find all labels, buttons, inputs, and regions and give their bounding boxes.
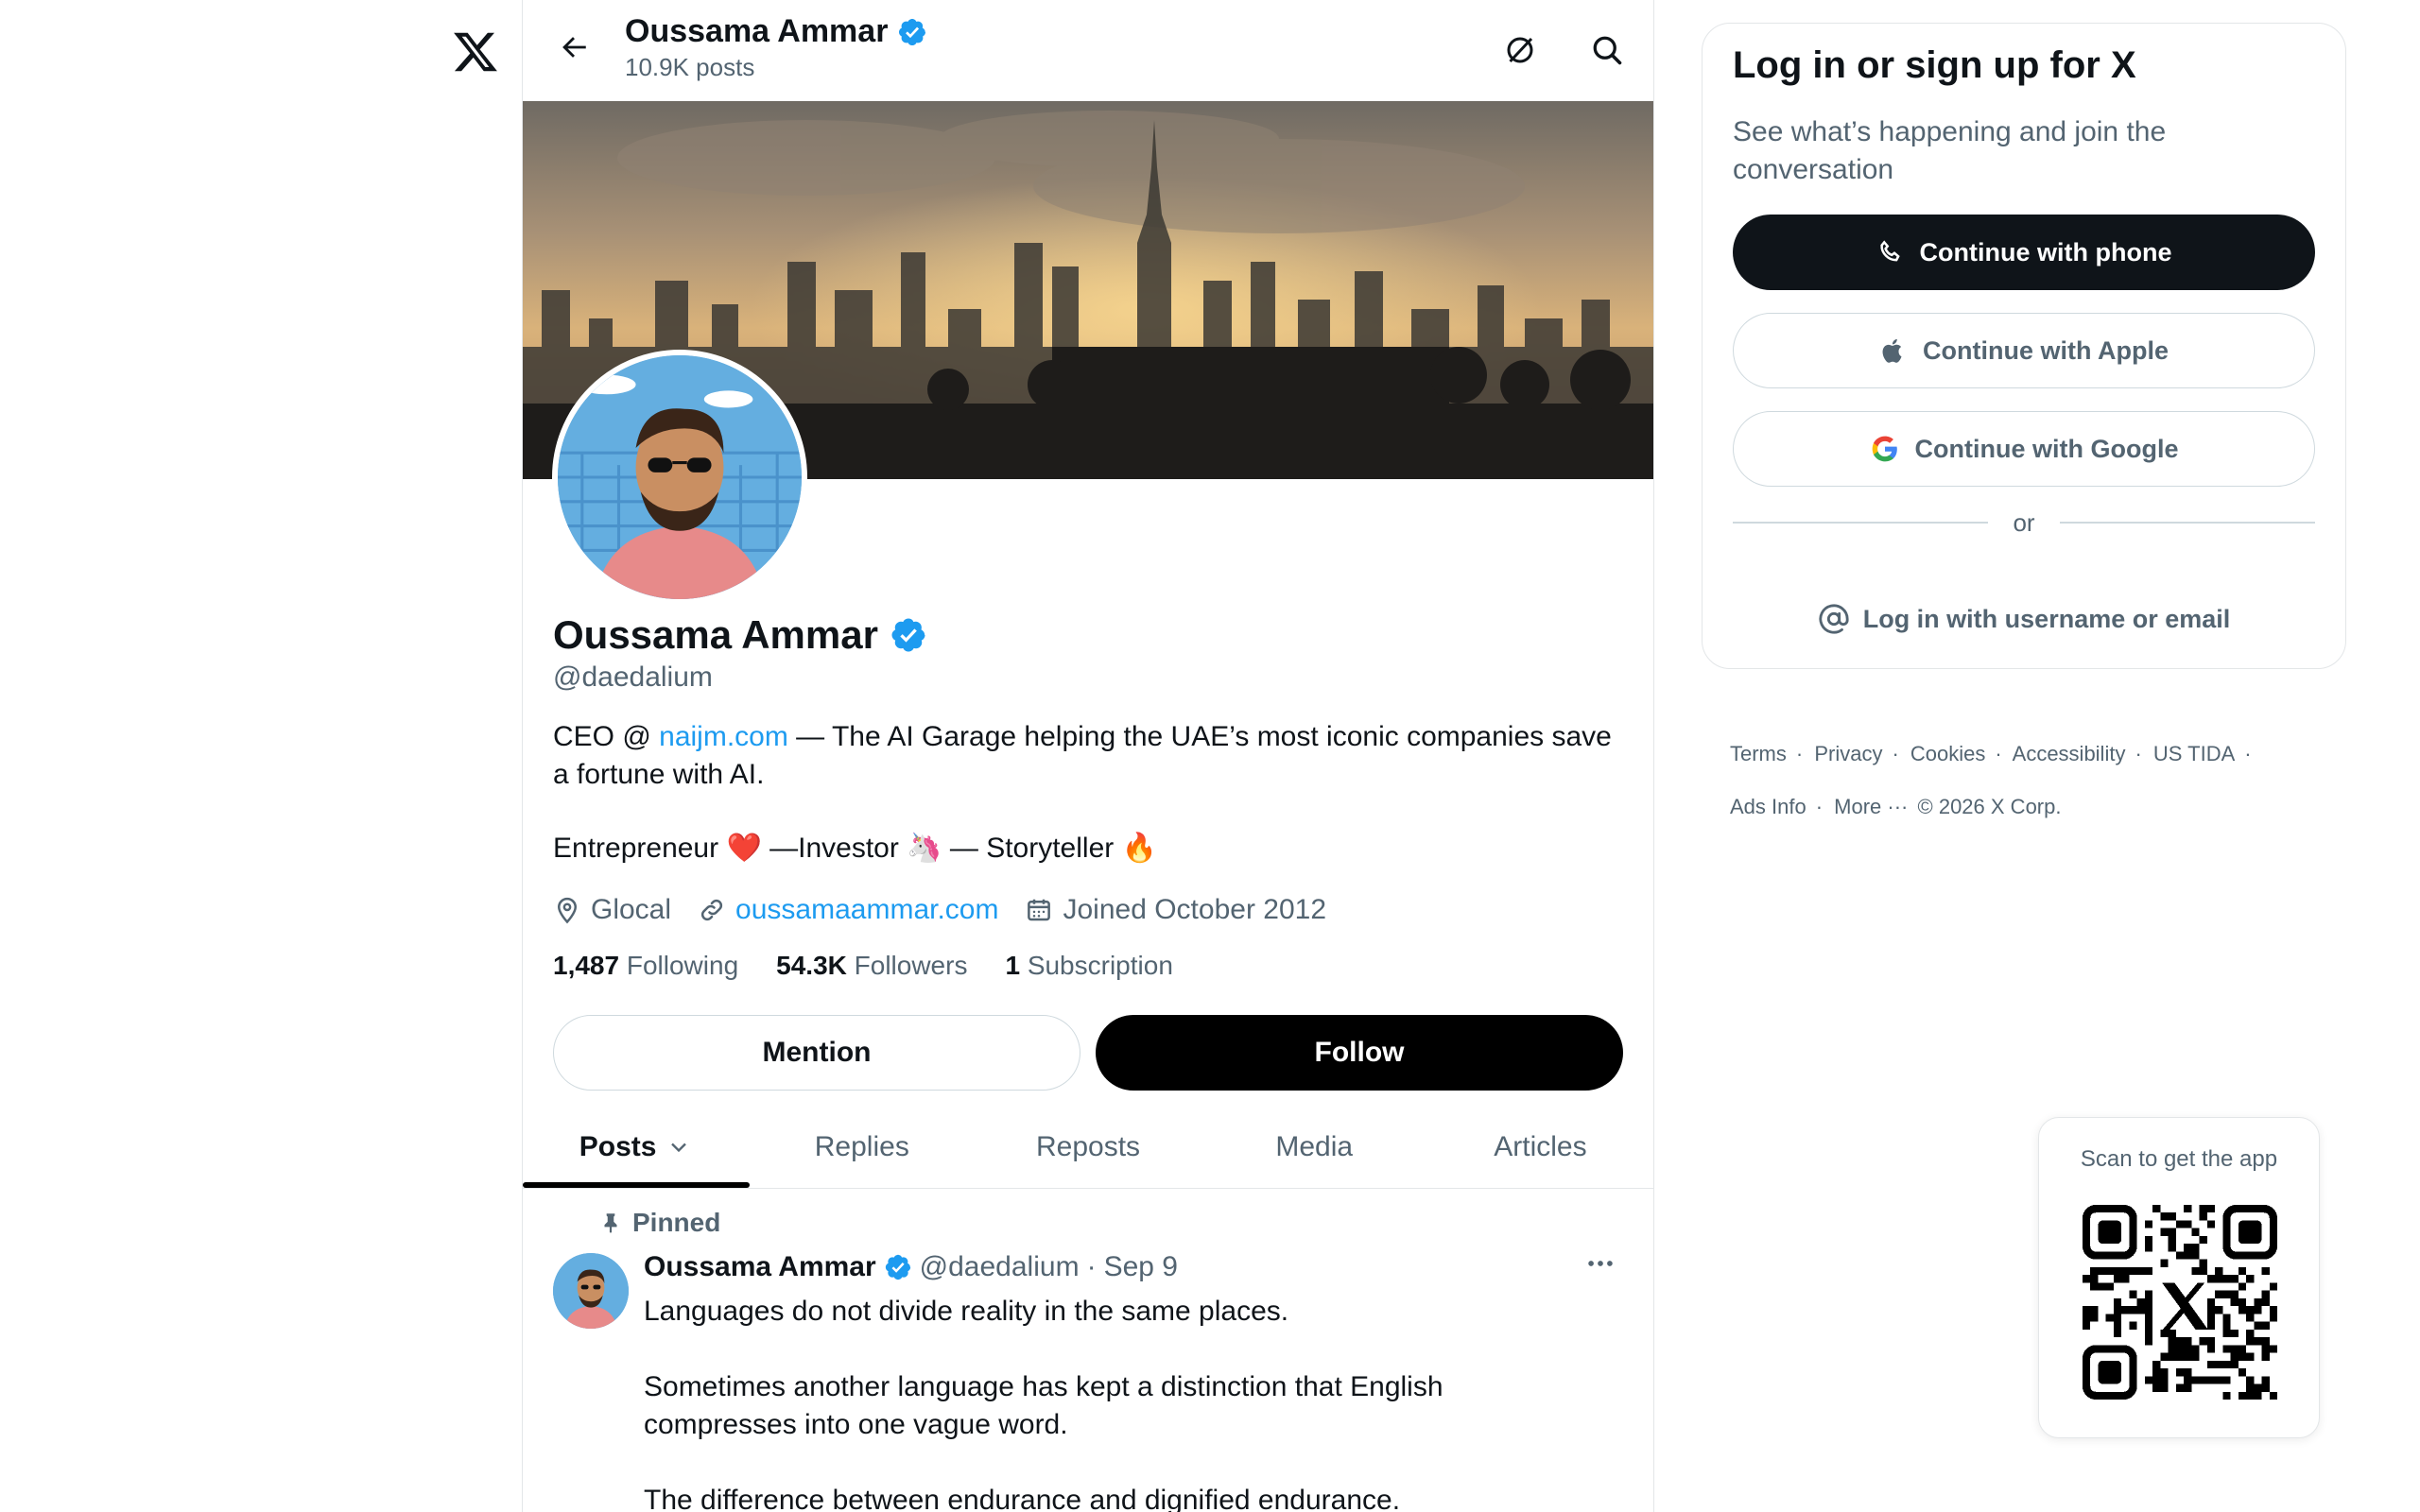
following-stat[interactable]: 1,487 Following — [553, 951, 738, 981]
post-author[interactable]: Oussama Ammar — [644, 1251, 876, 1283]
website-item[interactable]: oussamaammar.com — [698, 894, 998, 926]
search-icon[interactable] — [1583, 26, 1631, 74]
header-name-text: Oussama Ammar — [625, 13, 889, 49]
profile-bio-line2: Entrepreneur ❤️ —Investor 🦄 — Storytelle… — [553, 833, 1157, 864]
tab-media[interactable]: Media — [1201, 1106, 1427, 1188]
footer-link-terms[interactable]: Terms — [1730, 742, 1787, 765]
at-icon — [1819, 604, 1849, 634]
or-divider: or — [1733, 504, 2315, 541]
footer-links: Terms · Privacy · Cookies · Accessibility · … — [1730, 728, 2259, 833]
joined-item: Joined October 2012 — [1025, 894, 1326, 926]
subscription-count: 1 — [1005, 951, 1021, 980]
login-username-button[interactable]: Log in with username or email — [1733, 581, 2315, 657]
profile-handle: @daedalium — [553, 662, 713, 693]
calendar-icon — [1028, 899, 1051, 921]
post-header: Oussama Ammar @daedalium · Sep 9 — [644, 1251, 1178, 1283]
tab-posts[interactable]: Posts — [523, 1106, 751, 1188]
subscription-label: Subscription — [1027, 951, 1173, 980]
continue-with-apple-button[interactable]: Continue with Apple — [1733, 313, 2315, 388]
login-subtitle: See what’s happening and join the conver… — [1733, 116, 2167, 185]
profile-name-text: Oussama Ammar — [553, 612, 878, 657]
verified-badge-icon — [885, 1254, 910, 1280]
footer-link-tida[interactable]: US TIDA — [2153, 742, 2235, 765]
divider-line-right — [2059, 522, 2315, 524]
login-card: Log in or sign up for X See what’s happe… — [1702, 23, 2346, 669]
pinned-label: Pinned — [632, 1208, 721, 1237]
profile-column: Oussama Ammar 10.9K posts Oussama Ammar … — [522, 0, 1654, 1512]
chevron-down-icon — [671, 1143, 687, 1152]
profile-bio: CEO @ naijm.com — The AI Garage helping … — [553, 718, 1631, 794]
following-label: Following — [626, 951, 739, 980]
phone-label: Continue with phone — [1919, 237, 2172, 266]
tab-reposts[interactable]: Reposts — [975, 1106, 1201, 1188]
continue-with-phone-button[interactable]: Continue with phone — [1733, 215, 2315, 290]
bio-prefix: CEO @ — [553, 721, 660, 752]
x-logo-icon[interactable] — [452, 28, 499, 76]
pin-icon — [604, 1213, 617, 1233]
apple-icon — [1882, 338, 1902, 363]
login-title: Log in or sign up for X — [1733, 44, 2136, 86]
google-icon — [1872, 436, 1897, 462]
subscription-stat[interactable]: 1 Subscription — [1005, 951, 1172, 981]
post-dot: · — [1086, 1251, 1097, 1282]
footer-link-accessibility[interactable]: Accessibility — [2013, 742, 2126, 765]
back-arrow-icon[interactable] — [551, 25, 596, 70]
tab-posts-label: Posts — [579, 1130, 657, 1162]
apple-label: Continue with Apple — [1923, 335, 2169, 365]
username-label: Log in with username or email — [1862, 604, 2231, 633]
post-handle[interactable]: @daedalium — [920, 1251, 1080, 1283]
verified-badge-icon — [899, 18, 926, 45]
more-icon[interactable] — [1582, 1247, 1619, 1285]
profile-avatar[interactable] — [552, 350, 807, 605]
profile-meta: Glocal oussamaammar.com Joined October 2… — [553, 894, 1343, 926]
footer-link-cookies[interactable]: Cookies — [1910, 742, 1985, 765]
profile-tabs: Posts Replies Reposts Media Articles — [523, 1106, 1653, 1189]
post-text: Languages do not divide reality in the s… — [644, 1296, 1443, 1512]
followers-stat[interactable]: 54.3K Followers — [776, 951, 967, 981]
posts-count: 10.9K posts — [625, 53, 755, 81]
footer-link-privacy[interactable]: Privacy — [1814, 742, 1882, 765]
google-label: Continue with Google — [1914, 434, 2179, 463]
tab-replies[interactable]: Replies — [749, 1106, 975, 1188]
verified-badge-icon[interactable] — [890, 616, 927, 654]
profile-stats: 1,487 Following 54.3K Followers 1 Subscr… — [553, 951, 1173, 981]
bio-link[interactable]: naijm.com — [659, 721, 788, 752]
post-date[interactable]: Sep 9 — [1104, 1251, 1178, 1283]
continue-with-google-button[interactable]: Continue with Google — [1733, 411, 2315, 487]
qr-label: Scan to get the app — [2080, 1146, 2278, 1172]
location-icon — [557, 897, 578, 924]
followers-count: 54.3K — [776, 951, 847, 980]
qr-code — [2083, 1205, 2277, 1400]
grok-icon[interactable] — [1496, 26, 1544, 74]
profile-header-bar: Oussama Ammar 10.9K posts — [523, 0, 1653, 101]
link-icon — [700, 899, 723, 921]
followers-label: Followers — [854, 951, 968, 980]
phone-icon — [1879, 240, 1900, 262]
footer-link-ads-info[interactable]: Ads Info — [1730, 795, 1806, 818]
footer-row-1: Terms · Privacy · Cookies · Accessibility · … — [1730, 742, 2252, 765]
divider-line-left — [1733, 522, 1989, 524]
post-avatar[interactable] — [553, 1253, 629, 1329]
footer-link-more[interactable]: More ··· — [1834, 795, 1908, 818]
website-link[interactable]: oussamaammar.com — [735, 894, 998, 926]
qr-code-card[interactable]: Scan to get the app — [2038, 1117, 2320, 1438]
location-item: Glocal — [553, 894, 671, 926]
footer-copyright: © 2026 X Corp. — [1917, 795, 2062, 818]
or-label: or — [2013, 507, 2035, 537]
profile-name: Oussama Ammar — [553, 612, 927, 658]
mention-button[interactable]: Mention — [553, 1015, 1080, 1091]
follow-button[interactable]: Follow — [1096, 1015, 1623, 1091]
tab-articles[interactable]: Articles — [1427, 1106, 1653, 1188]
pinned-indicator: Pinned — [598, 1208, 720, 1238]
joined-text: Joined October 2012 — [1063, 894, 1327, 925]
footer-row-2: Ads Info · More ··· © 2026 X Corp. — [1730, 795, 2062, 818]
following-count: 1,487 — [553, 951, 620, 980]
location-text: Glocal — [591, 894, 672, 925]
header-name: Oussama Ammar — [625, 13, 927, 50]
